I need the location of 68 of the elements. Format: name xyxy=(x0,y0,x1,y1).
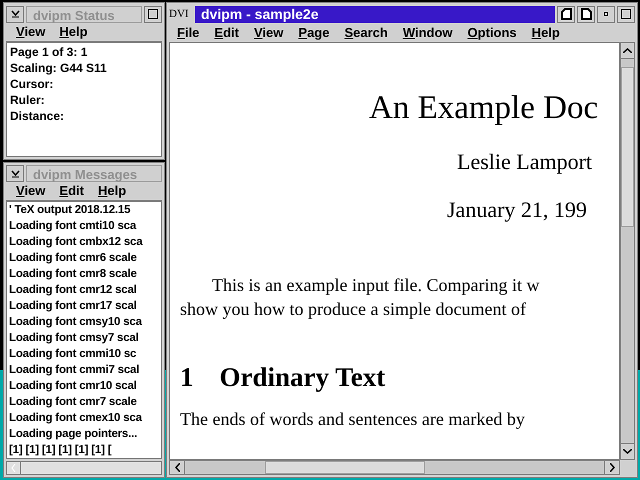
status-line: Scaling: G44 S11 xyxy=(10,60,108,76)
scroll-thumb[interactable] xyxy=(621,67,634,227)
vertical-scrollbar[interactable] xyxy=(620,42,635,460)
paragraph-line: This is an example input file. Comparing it w xyxy=(212,274,540,297)
message-line: Loading font cmsy10 sca xyxy=(9,315,143,330)
message-line: Loading font cmr6 scale xyxy=(9,251,138,266)
scroll-thumb[interactable] xyxy=(265,461,425,474)
document-author: Leslie Lamport xyxy=(457,149,592,175)
square-icon xyxy=(148,9,158,19)
document-title: An Example Doc xyxy=(369,89,598,127)
menu-item[interactable]: Options xyxy=(468,22,517,42)
menu-item[interactable]: Help xyxy=(98,181,126,201)
restore-button[interactable] xyxy=(577,6,595,22)
menu-item[interactable]: Edit xyxy=(214,22,239,42)
menu-item[interactable]: Window xyxy=(402,22,453,42)
message-line: [1] [1] [1] [1] [1] [1] [ xyxy=(9,443,112,458)
menu-item[interactable]: Help xyxy=(59,22,88,42)
caret-icon xyxy=(10,10,20,18)
horizontal-scrollbar[interactable] xyxy=(169,460,620,475)
message-line: ' TeX output 2018.12.15 xyxy=(9,203,132,218)
message-line: Loading font cmr7 scale xyxy=(9,395,138,410)
app-icon[interactable]: DVI xyxy=(169,6,193,22)
caret-icon xyxy=(10,170,20,178)
window-title: dvipm Messages xyxy=(26,165,162,182)
message-line: Loading font cmbx12 sca xyxy=(9,235,144,250)
system-menu-button[interactable] xyxy=(6,6,24,22)
paragraph-line: The ends of words and sentences are marked by xyxy=(180,408,525,431)
paragraph-line: show you how to produce a simple document of xyxy=(180,298,526,321)
message-line: Loading font cmsy7 scal xyxy=(9,331,140,346)
message-line: Loading font cmti10 sca xyxy=(9,219,138,234)
scroll-right-button[interactable] xyxy=(604,461,619,474)
page-icon xyxy=(580,8,592,20)
status-line: Page 1 of 3: 1 xyxy=(10,44,88,60)
message-line: Loading page pointers... xyxy=(9,427,138,442)
scroll-down-button[interactable] xyxy=(621,443,634,459)
scroll-left-button[interactable] xyxy=(170,461,185,474)
hide-button[interactable] xyxy=(557,6,575,22)
menu-item[interactable]: File xyxy=(177,22,200,42)
scroll-up-button[interactable] xyxy=(621,43,634,59)
window-title: dvipm - sample2e xyxy=(195,6,555,22)
maximize-button[interactable] xyxy=(144,6,162,22)
status-line: Distance: xyxy=(10,108,66,124)
window-title: dvipm Status xyxy=(26,6,142,22)
menu-item[interactable]: View xyxy=(16,22,46,42)
status-line: Cursor: xyxy=(10,76,54,92)
message-line: Loading font cmmi10 sc xyxy=(9,347,138,362)
menu-item[interactable]: Page xyxy=(298,22,330,42)
page-icon xyxy=(560,8,572,20)
message-line: Loading font cmr17 scal xyxy=(9,299,138,314)
system-menu-button[interactable] xyxy=(6,165,24,182)
menu-item[interactable]: Help xyxy=(532,22,560,42)
message-line: Loading font cmex10 sca xyxy=(9,411,143,426)
menu-item[interactable]: View xyxy=(16,181,46,201)
section-number: 1 xyxy=(180,361,194,393)
section-title: Ordinary Text xyxy=(220,361,386,393)
message-line: Loading font cmmi7 scal xyxy=(9,363,140,378)
status-line: Ruler: xyxy=(10,92,46,108)
message-line: Loading font cmr12 scal xyxy=(9,283,138,298)
horizontal-scrollbar[interactable] xyxy=(6,461,162,475)
menu-item[interactable]: Search xyxy=(344,22,388,42)
menu-item[interactable]: View xyxy=(254,22,284,42)
message-line: Loading font cmr10 scal xyxy=(9,379,138,394)
document-date: January 21, 199 xyxy=(447,197,587,223)
maximize-button[interactable] xyxy=(617,6,635,22)
square-icon xyxy=(621,9,631,19)
menu-item[interactable]: Edit xyxy=(59,181,84,201)
message-line: Loading font cmr8 scale xyxy=(9,267,138,282)
minimize-button[interactable] xyxy=(597,6,615,22)
